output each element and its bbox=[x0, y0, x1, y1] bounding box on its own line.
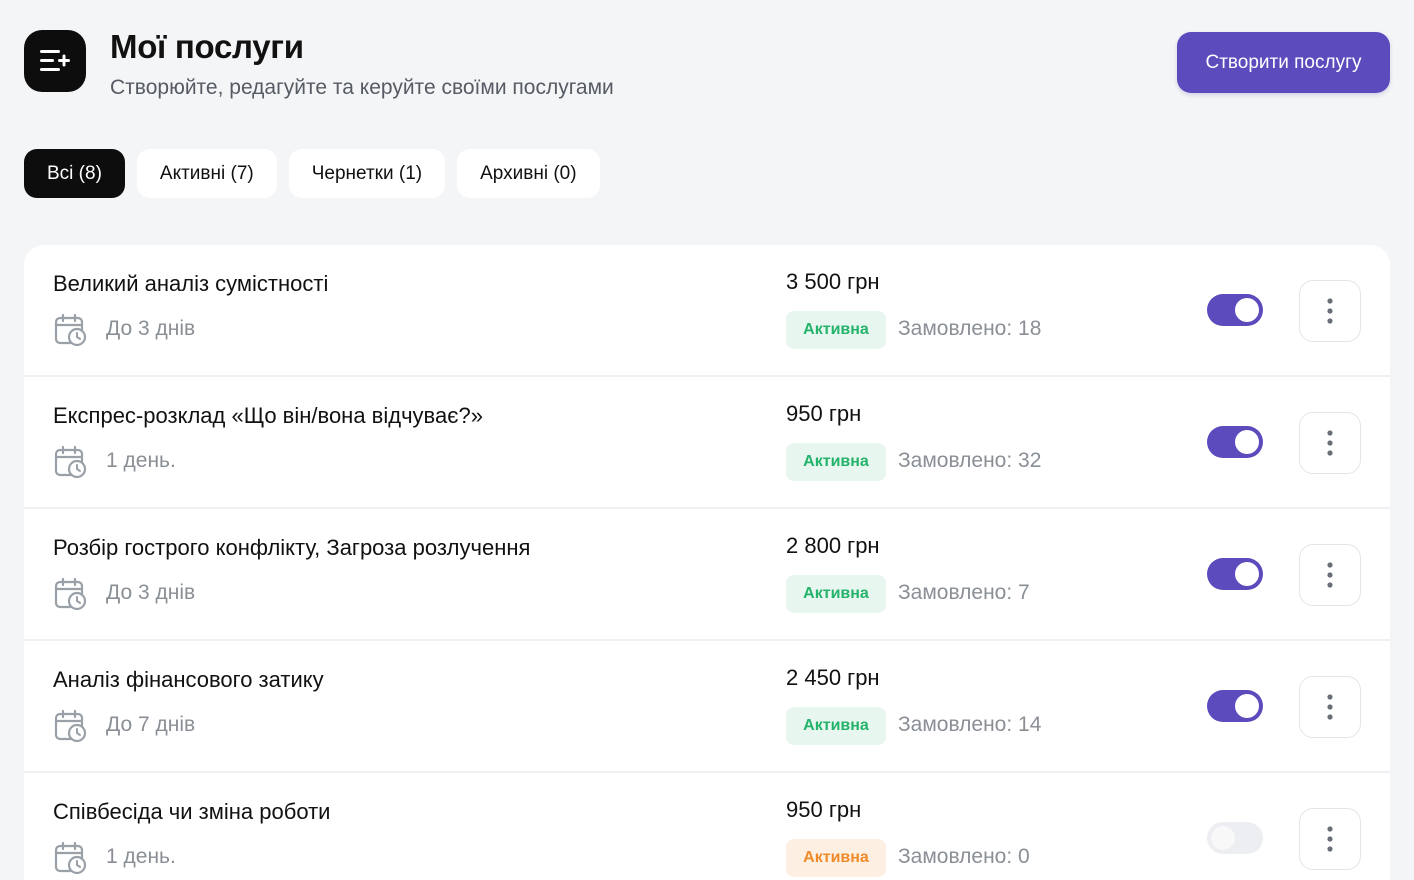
service-price: 3 500 грн bbox=[786, 269, 880, 294]
more-vertical-icon bbox=[1327, 430, 1333, 456]
ordered-count: Замовлено: 14 bbox=[898, 713, 1042, 736]
status-badge: Активна bbox=[786, 311, 886, 349]
filter-tabs: Всі (8) Активні (7) Чернетки (1) Архивні… bbox=[24, 149, 600, 198]
service-toggle[interactable] bbox=[1207, 690, 1263, 722]
list-add-icon bbox=[24, 30, 86, 92]
more-vertical-icon bbox=[1327, 826, 1333, 852]
status-badge: Активна bbox=[786, 575, 886, 613]
service-toggle[interactable] bbox=[1207, 294, 1263, 326]
page-title: Мої послуги bbox=[110, 28, 304, 65]
service-name[interactable]: Експрес-розклад «Що він/вона відчуває?» bbox=[53, 403, 483, 429]
service-duration: До 3 днів bbox=[106, 317, 196, 340]
service-name[interactable]: Співбесіда чи зміна роботи bbox=[53, 799, 330, 825]
service-duration: До 7 днів bbox=[106, 713, 196, 736]
service-duration: 1 день. bbox=[106, 449, 176, 472]
service-duration: До 3 днів bbox=[106, 581, 196, 604]
service-name[interactable]: Розбір гострого конфлікту, Загроза розлу… bbox=[53, 535, 530, 561]
calendar-clock-icon bbox=[54, 709, 87, 743]
service-row: Співбесіда чи зміна роботи 1 день. 950 г… bbox=[24, 773, 1390, 880]
more-options-button[interactable] bbox=[1299, 544, 1361, 606]
status-badge: Активна bbox=[786, 443, 886, 481]
service-row: Великий аналіз сумістності До 3 днів 3 5… bbox=[24, 245, 1390, 375]
calendar-clock-icon bbox=[54, 445, 87, 479]
page-subtitle: Створюйте, редагуйте та керуйте своїми п… bbox=[110, 76, 614, 99]
ordered-count: Замовлено: 7 bbox=[898, 581, 1030, 604]
tab-active[interactable]: Активні (7) bbox=[136, 149, 277, 198]
service-price: 950 грн bbox=[786, 401, 862, 426]
status-badge: Активна bbox=[786, 839, 886, 877]
service-row: Аналіз фінансового затику До 7 днів 2 45… bbox=[24, 641, 1390, 771]
service-name[interactable]: Аналіз фінансового затику bbox=[53, 667, 324, 693]
service-row: Експрес-розклад «Що він/вона відчуває?» … bbox=[24, 377, 1390, 507]
services-list: Великий аналіз сумістності До 3 днів 3 5… bbox=[24, 245, 1390, 880]
page-header: Мої послуги Створюйте, редагуйте та керу… bbox=[24, 28, 1390, 108]
more-vertical-icon bbox=[1327, 298, 1333, 324]
ordered-count: Замовлено: 0 bbox=[898, 845, 1030, 868]
calendar-clock-icon bbox=[54, 841, 87, 875]
calendar-clock-icon bbox=[54, 313, 87, 347]
more-options-button[interactable] bbox=[1299, 676, 1361, 738]
service-price: 950 грн bbox=[786, 797, 862, 822]
service-toggle[interactable] bbox=[1207, 822, 1263, 854]
more-vertical-icon bbox=[1327, 694, 1333, 720]
status-badge: Активна bbox=[786, 707, 886, 745]
tab-all[interactable]: Всі (8) bbox=[24, 149, 125, 198]
service-row: Розбір гострого конфлікту, Загроза розлу… bbox=[24, 509, 1390, 639]
more-vertical-icon bbox=[1327, 562, 1333, 588]
more-options-button[interactable] bbox=[1299, 412, 1361, 474]
service-toggle[interactable] bbox=[1207, 558, 1263, 590]
toggle-knob bbox=[1211, 826, 1235, 850]
toggle-knob bbox=[1235, 430, 1259, 454]
toggle-knob bbox=[1235, 562, 1259, 586]
service-price: 2 450 грн bbox=[786, 665, 880, 690]
ordered-count: Замовлено: 32 bbox=[898, 449, 1042, 472]
calendar-clock-icon bbox=[54, 577, 87, 611]
toggle-knob bbox=[1235, 694, 1259, 718]
tab-drafts[interactable]: Чернетки (1) bbox=[288, 149, 446, 198]
toggle-knob bbox=[1235, 298, 1259, 322]
tab-archived[interactable]: Архивні (0) bbox=[457, 149, 600, 198]
service-toggle[interactable] bbox=[1207, 426, 1263, 458]
service-name[interactable]: Великий аналіз сумістності bbox=[53, 271, 328, 297]
ordered-count: Замовлено: 18 bbox=[898, 317, 1042, 340]
create-service-button[interactable]: Створити послугу bbox=[1177, 32, 1390, 93]
service-duration: 1 день. bbox=[106, 845, 176, 868]
more-options-button[interactable] bbox=[1299, 280, 1361, 342]
more-options-button[interactable] bbox=[1299, 808, 1361, 870]
service-price: 2 800 грн bbox=[786, 533, 880, 558]
